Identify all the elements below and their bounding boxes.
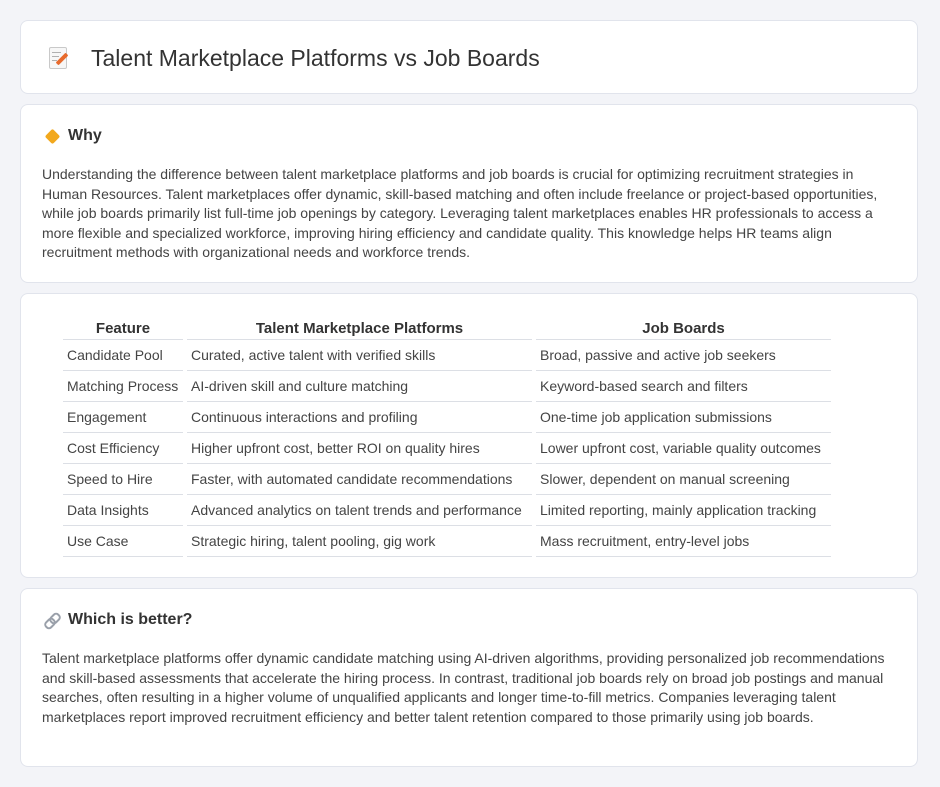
better-title: Which is better? [68, 611, 193, 628]
table-cell: Broad, passive and active job seekers [536, 340, 831, 371]
table-cell: Advanced analytics on talent trends and … [187, 495, 532, 526]
table-cell: Lower upfront cost, variable quality out… [536, 433, 831, 464]
page-title: Talent Marketplace Platforms vs Job Boar… [91, 45, 540, 71]
which-is-better-section: Which is better? Talent marketplace plat… [20, 588, 918, 767]
comparison-table: Feature Talent Marketplace Platforms Job… [59, 316, 835, 557]
why-title: Why [68, 127, 102, 144]
column-header-talent-marketplace: Talent Marketplace Platforms [187, 316, 532, 340]
table-cell: Higher upfront cost, better ROI on quali… [187, 433, 532, 464]
table-row: Use Case Strategic hiring, talent poolin… [63, 526, 831, 557]
document-pencil-icon [47, 45, 69, 71]
table-cell: Keyword-based search and filters [536, 371, 831, 402]
link-icon [42, 611, 63, 631]
table-row: Matching Process AI-driven skill and cul… [63, 371, 831, 402]
table-cell: Slower, dependent on manual screening [536, 464, 831, 495]
table-cell: Faster, with automated candidate recomme… [187, 464, 532, 495]
table-cell: Use Case [63, 526, 183, 557]
better-text: Talent marketplace platforms offer dynam… [42, 650, 885, 725]
why-text: Understanding the difference between tal… [42, 166, 878, 260]
table-cell: Limited reporting, mainly application tr… [536, 495, 831, 526]
table-cell: Cost Efficiency [63, 433, 183, 464]
table-row: Engagement Continuous interactions and p… [63, 402, 831, 433]
why-header: Why [43, 127, 102, 145]
table-cell: Mass recruitment, entry-level jobs [536, 526, 831, 557]
table-cell: Data Insights [63, 495, 183, 526]
title-card: Talent Marketplace Platforms vs Job Boar… [20, 20, 918, 94]
table-row: Data Insights Advanced analytics on tale… [63, 495, 831, 526]
table-cell: Candidate Pool [63, 340, 183, 371]
title-row: Talent Marketplace Platforms vs Job Boar… [47, 44, 540, 72]
column-header-feature: Feature [63, 316, 183, 340]
table-header-row: Feature Talent Marketplace Platforms Job… [63, 316, 831, 340]
table-row: Speed to Hire Faster, with automated can… [63, 464, 831, 495]
table-cell: Engagement [63, 402, 183, 433]
table-cell: Strategic hiring, talent pooling, gig wo… [187, 526, 532, 557]
table-cell: Speed to Hire [63, 464, 183, 495]
table-cell: One-time job application submissions [536, 402, 831, 433]
better-header: Which is better? [42, 611, 193, 631]
warning-diamond-icon [43, 127, 61, 145]
column-header-job-boards: Job Boards [536, 316, 831, 340]
table-cell: AI-driven skill and culture matching [187, 371, 532, 402]
table-row: Cost Efficiency Higher upfront cost, bet… [63, 433, 831, 464]
why-section: Why Understanding the difference between… [20, 104, 918, 283]
table-cell: Curated, active talent with verified ski… [187, 340, 532, 371]
table-cell: Continuous interactions and profiling [187, 402, 532, 433]
comparison-section: Feature Talent Marketplace Platforms Job… [20, 293, 918, 578]
table-row: Candidate Pool Curated, active talent wi… [63, 340, 831, 371]
table-cell: Matching Process [63, 371, 183, 402]
